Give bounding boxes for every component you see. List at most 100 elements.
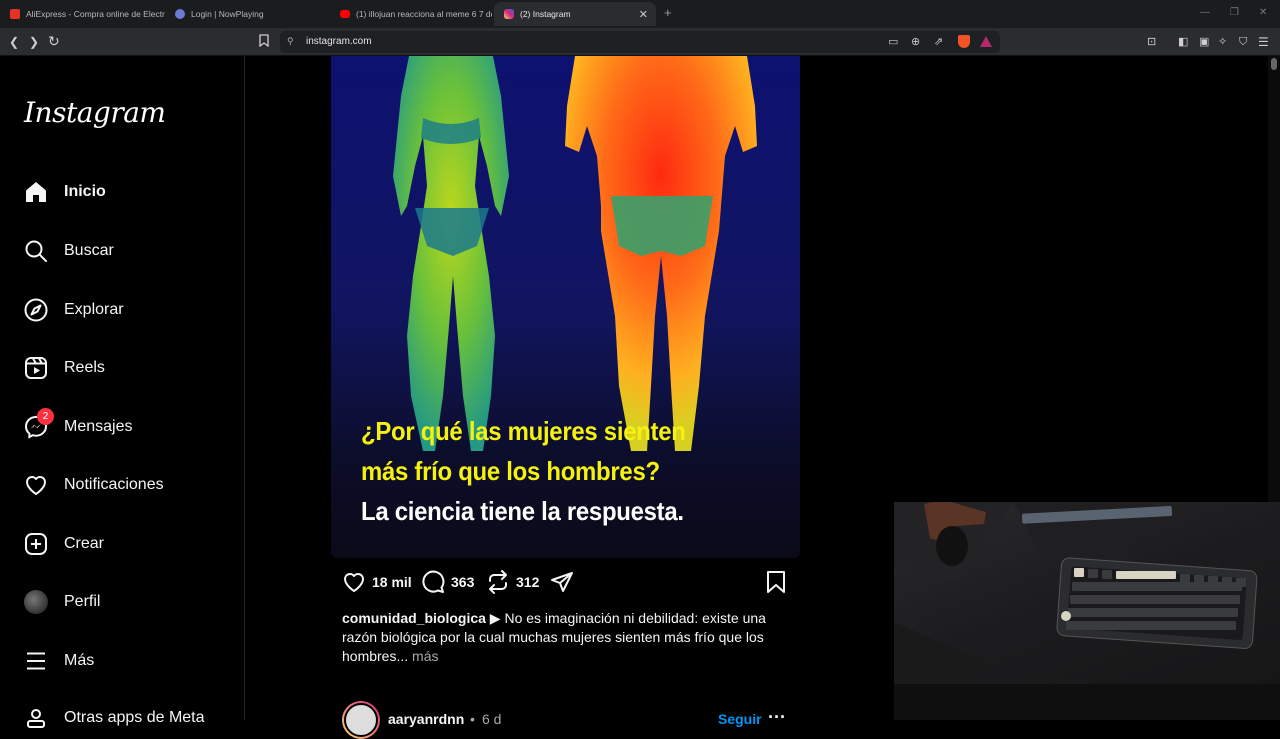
wallet-icon[interactable]: ▣ xyxy=(1199,34,1209,50)
nowplaying-favicon-icon xyxy=(175,9,185,19)
sidebar-item-label: Otras apps de Meta xyxy=(64,709,205,726)
sidebar-item-notificaciones[interactable]: Notificaciones xyxy=(22,468,164,502)
leo-ai-icon[interactable]: ✧ xyxy=(1218,34,1227,50)
send-icon xyxy=(551,572,573,592)
meta-apps-icon xyxy=(22,704,50,732)
image-caption-line-3: La ciencia tiene la respuesta. xyxy=(361,496,684,526)
aliexpress-favicon-icon xyxy=(10,9,20,19)
home-icon xyxy=(22,178,50,206)
zoom-icon[interactable]: ⊕ xyxy=(911,35,920,48)
unread-badge: 2 xyxy=(37,408,54,425)
repost-button[interactable]: 312 xyxy=(486,570,539,594)
plus-square-icon xyxy=(22,530,50,558)
post-caption: comunidad_biologica ▶ No es imaginación … xyxy=(342,609,782,666)
close-window-icon[interactable]: ✕ xyxy=(1259,7,1267,18)
brave-rewards-icon[interactable] xyxy=(980,36,992,47)
reload-icon[interactable]: ↻ xyxy=(48,33,60,49)
share-button[interactable] xyxy=(550,570,580,594)
vpn-icon[interactable]: ⛉ xyxy=(1239,34,1247,50)
sidebar-item-explorar[interactable]: Explorar xyxy=(22,293,124,327)
bookmark-icon xyxy=(767,571,785,593)
more-options-icon[interactable]: ··· xyxy=(768,707,786,728)
next-post-age: 6 d xyxy=(482,711,502,727)
sidebar-item-mas[interactable]: Más xyxy=(22,644,94,678)
compass-icon xyxy=(22,296,50,324)
tab-title: (2) Instagram xyxy=(520,9,571,19)
sidebar-item-otras-apps[interactable]: Otras apps de Meta xyxy=(22,701,205,735)
webcam-desk-scene xyxy=(894,502,1280,720)
messenger-icon: 2 xyxy=(22,408,54,441)
sidebar-item-label: Reels xyxy=(64,359,105,376)
avatar xyxy=(344,703,378,737)
dot-separator: • xyxy=(470,711,475,727)
new-tab-button[interactable]: + xyxy=(664,5,672,20)
menu-icon xyxy=(22,647,50,675)
comment-count: 363 xyxy=(451,574,475,590)
tab-instagram[interactable]: (2) Instagram ✕ xyxy=(494,2,656,26)
address-bar[interactable]: ⚲ instagram.com ▭ ⊕ ⇗ xyxy=(280,31,1000,53)
more-link[interactable]: más xyxy=(408,648,438,664)
forward-icon[interactable]: ❯ xyxy=(29,34,39,50)
repost-icon xyxy=(489,570,507,594)
sidebar-item-crear[interactable]: Crear xyxy=(22,527,104,561)
like-button[interactable]: 18 mil xyxy=(342,570,412,594)
share-icon[interactable]: ⇗ xyxy=(934,35,943,48)
comment-button[interactable]: 363 xyxy=(421,570,474,594)
sidebar-item-label: Notificaciones xyxy=(64,476,164,493)
post-media[interactable]: ¿Por qué las mujeres sienten más frío qu… xyxy=(331,56,800,558)
sidebar-item-inicio[interactable]: Inicio xyxy=(22,175,106,209)
browser-menu-icon[interactable]: ☰ xyxy=(1258,34,1269,50)
sidebar-item-label: Perfil xyxy=(64,593,101,610)
search-icon xyxy=(22,237,50,265)
save-button[interactable] xyxy=(765,570,793,594)
sidebar-item-label: Buscar xyxy=(64,242,114,259)
browser-toolbar: ❮ ❯ ↻ ⚲ instagram.com ▭ ⊕ ⇗ ⊡ ◧ ▣ ✧ ⛉ ☰ xyxy=(0,28,1280,56)
close-tab-icon[interactable]: ✕ xyxy=(639,8,648,21)
sidebar-item-mensajes[interactable]: 2 Mensajes xyxy=(22,408,132,444)
avatar xyxy=(24,590,48,614)
cast-icon[interactable]: ▭ xyxy=(888,35,898,48)
tab-search-icon[interactable]: ⊡ xyxy=(1147,34,1156,50)
brave-shields-icon[interactable] xyxy=(958,35,970,48)
tab-title: (1) illojuan reacciona al meme 6 7 de xyxy=(356,9,492,19)
back-icon[interactable]: ❮ xyxy=(9,34,19,50)
sidebar-item-label: Crear xyxy=(64,535,105,552)
instagram-favicon-icon xyxy=(504,9,514,19)
site-info-icon[interactable]: ⚲ xyxy=(287,36,294,47)
bookmark-page-icon[interactable] xyxy=(259,34,269,51)
restore-window-icon[interactable]: ❐ xyxy=(1230,7,1239,18)
caption-username[interactable]: comunidad_biologica xyxy=(342,610,486,626)
heart-icon xyxy=(344,573,364,592)
sidebar-item-reels[interactable]: Reels xyxy=(22,351,105,385)
repost-count: 312 xyxy=(516,574,540,590)
next-post-header: aaryanrdnn • 6 d Seguir ··· xyxy=(342,701,792,739)
minimize-window-icon[interactable]: — xyxy=(1200,7,1210,18)
sidebar-item-perfil[interactable]: Perfil xyxy=(22,585,100,619)
tab-aliexpress[interactable]: AliExpress - Compra online de Electr xyxy=(0,2,165,26)
browser-tab-bar: AliExpress - Compra online de Electr Log… xyxy=(0,0,1280,28)
url-text: instagram.com xyxy=(306,36,372,47)
webcam-overlay xyxy=(894,502,1280,720)
like-count: 18 mil xyxy=(372,574,412,590)
sidebar-item-buscar[interactable]: Buscar xyxy=(22,234,114,268)
sidebar-item-label: Explorar xyxy=(64,301,124,318)
tab-nowplaying[interactable]: Login | NowPlaying xyxy=(165,2,330,26)
scrollbar-thumb[interactable] xyxy=(1271,58,1277,70)
tab-title: AliExpress - Compra online de Electr xyxy=(26,9,165,19)
sidebar-item-label: Inicio xyxy=(64,183,106,200)
instagram-logo[interactable]: Instagram xyxy=(24,96,166,129)
sidebar-item-label: Más xyxy=(64,652,95,669)
youtube-favicon-icon xyxy=(340,10,350,18)
profile-avatar-wrapper xyxy=(22,588,50,616)
story-ring[interactable] xyxy=(342,701,380,739)
tab-title: Login | NowPlaying xyxy=(191,9,264,19)
comment-icon xyxy=(422,570,445,593)
follow-button[interactable]: Seguir xyxy=(718,711,762,727)
image-caption-line-1: ¿Por qué las mujeres sienten xyxy=(361,416,686,446)
reels-icon xyxy=(22,354,50,382)
tab-youtube[interactable]: (1) illojuan reacciona al meme 6 7 de xyxy=(330,2,492,26)
next-post-username[interactable]: aaryanrdnn xyxy=(388,711,464,727)
image-caption-line-2: más frío que los hombres? xyxy=(361,456,660,486)
sidebar-toggle-icon[interactable]: ◧ xyxy=(1178,34,1188,50)
instagram-sidebar: Instagram Inicio Buscar Explorar Reels 2… xyxy=(0,56,245,728)
